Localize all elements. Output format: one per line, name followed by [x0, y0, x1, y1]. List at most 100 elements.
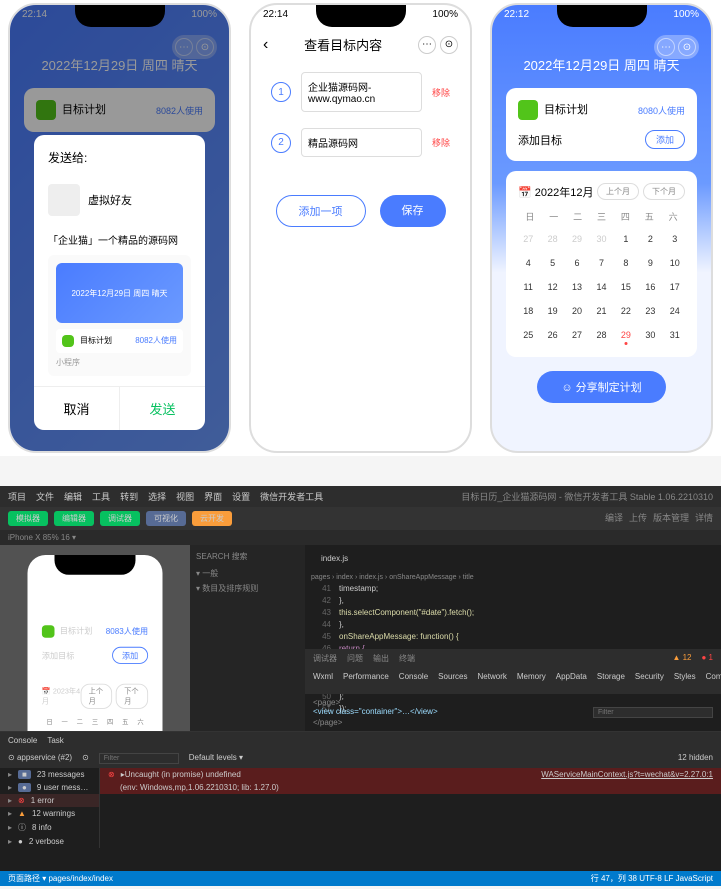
console-filter[interactable] [99, 753, 179, 764]
info-msg[interactable]: 8 info [32, 823, 52, 832]
error-msg[interactable]: 1 error [31, 796, 55, 805]
calendar-day[interactable]: 6 [567, 253, 587, 273]
calendar-day[interactable]: 11 [518, 277, 538, 297]
tab-task[interactable]: Task [47, 736, 63, 745]
add-button[interactable]: 添加 [645, 130, 685, 149]
filter-input[interactable] [593, 707, 713, 718]
compile-label[interactable]: 编译 [605, 511, 623, 526]
more-icon[interactable]: ⋯ [657, 38, 675, 56]
details-button[interactable]: 详情 [695, 511, 713, 526]
save-button[interactable]: 保存 [380, 195, 446, 227]
menu-select[interactable]: 选择 [148, 490, 166, 503]
calendar-day[interactable]: 8 [616, 253, 636, 273]
hidden-count[interactable]: 12 hidden [678, 753, 713, 764]
calendar-day[interactable]: 2 [640, 229, 660, 249]
calendar-day[interactable]: 10 [665, 253, 685, 273]
warn-msg[interactable]: 12 warnings [32, 809, 75, 818]
calendar-day[interactable]: 16 [640, 277, 660, 297]
prev-month-button[interactable]: 上个月 [597, 183, 639, 200]
goal-input-2[interactable]: 精品源码网 [301, 128, 422, 157]
calendar-day[interactable]: 20 [567, 301, 587, 321]
levels-select[interactable]: Default levels ▾ [189, 753, 243, 764]
menu-wxtools[interactable]: 微信开发者工具 [260, 490, 323, 503]
tab-appdata[interactable]: AppData [556, 672, 587, 690]
menu-tool[interactable]: 工具 [92, 490, 110, 503]
calendar-day[interactable]: 4 [518, 253, 538, 273]
calendar-day[interactable]: 17 [665, 277, 685, 297]
tab-styles[interactable]: Styles [674, 672, 696, 690]
page-path[interactable]: 页面路径 ▾ pages/index/index [8, 873, 113, 884]
calendar-day[interactable]: 28 [591, 325, 611, 345]
back-button[interactable]: ‹ [263, 36, 268, 54]
close-icon[interactable]: ⊙ [440, 36, 458, 54]
user-msg-count[interactable]: 9 user mess… [37, 783, 89, 792]
add-item-button[interactable]: 添加一项 [276, 195, 366, 227]
tab-perf[interactable]: Performance [343, 672, 389, 690]
menu-goto[interactable]: 转到 [120, 490, 138, 503]
code-editor[interactable]: index.js pages › index › index.js › onSh… [305, 545, 721, 731]
calendar-day[interactable]: 26 [542, 325, 562, 345]
tab-sources[interactable]: Sources [438, 672, 467, 690]
context-select[interactable]: appservice (#2) [17, 753, 72, 762]
version-button[interactable]: 版本管理 [653, 511, 689, 526]
file-tab[interactable]: index.js [311, 551, 358, 566]
calendar-day[interactable]: 23 [640, 301, 660, 321]
visual-button[interactable]: 可视化 [146, 511, 186, 526]
calendar-day[interactable]: 7 [591, 253, 611, 273]
tab-console[interactable]: Console [8, 736, 37, 745]
goal-input-1[interactable]: 企业猫源码网-www.qymao.cn [301, 72, 422, 112]
error-source[interactable]: WAServiceMainContext.js?t=wechat&v=2.27.… [541, 770, 713, 779]
msg-count[interactable]: 23 messages [37, 770, 85, 779]
calendar-day[interactable]: 25 [518, 325, 538, 345]
calendar-days[interactable]: 2728293012345678910111213141516171819202… [518, 229, 685, 345]
tab-wxml[interactable]: Wxml [313, 672, 333, 690]
verbose-msg[interactable]: 2 verbose [29, 837, 64, 846]
tab-security[interactable]: Security [635, 672, 664, 690]
cancel-button[interactable]: 取消 [34, 387, 120, 430]
menu-settings[interactable]: 设置 [232, 490, 250, 503]
device-bar[interactable]: iPhone X 85% 16 ▾ [0, 530, 721, 545]
calendar-day[interactable]: 27 [567, 325, 587, 345]
calendar-day[interactable]: 12 [542, 277, 562, 297]
send-button[interactable]: 发送 [120, 387, 205, 430]
calendar-day[interactable]: 9 [640, 253, 660, 273]
error-line[interactable]: ▸Uncaught (in promise) undefined [121, 770, 241, 779]
calendar-day[interactable]: 24 [665, 301, 685, 321]
menu-bar[interactable]: 项目文件编辑工具转到选择视图界面设置微信开发者工具 目标日历_企业猫源码网 - … [0, 486, 721, 507]
menu-edit[interactable]: 编辑 [64, 490, 82, 503]
share-button[interactable]: ☺ 分享制定计划 [537, 371, 665, 403]
wxml-line[interactable]: <view class="container">…</view> [313, 707, 593, 718]
tab-storage[interactable]: Storage [597, 672, 625, 690]
menu-file[interactable]: 文件 [36, 490, 54, 503]
warning-count[interactable]: ▲ 12 [672, 653, 691, 664]
capsule-menu[interactable]: ⋯⊙ [654, 35, 699, 59]
debugger-button[interactable]: 调试器 [100, 511, 140, 526]
calendar-day[interactable]: 22 [616, 301, 636, 321]
calendar-day[interactable]: 1 [616, 229, 636, 249]
error-count[interactable]: ● 1 [701, 653, 713, 664]
tab-computed[interactable]: Computed [706, 672, 721, 690]
calendar-day[interactable]: 30 [640, 325, 660, 345]
calendar-day[interactable]: 19 [542, 301, 562, 321]
close-icon[interactable]: ⊙ [678, 38, 696, 56]
calendar-day[interactable]: 14 [591, 277, 611, 297]
calendar-day[interactable]: 15 [616, 277, 636, 297]
menu-project[interactable]: 项目 [8, 490, 26, 503]
tab-memory[interactable]: Memory [517, 672, 546, 690]
calendar-day[interactable]: 18 [518, 301, 538, 321]
calendar-day[interactable]: 5 [542, 253, 562, 273]
next-month-button[interactable]: 下个月 [643, 183, 685, 200]
tab-console[interactable]: Console [399, 672, 428, 690]
cloud-button[interactable]: 云开发 [192, 511, 232, 526]
simulator-button[interactable]: 模拟器 [8, 511, 48, 526]
upload-button[interactable]: 上传 [629, 511, 647, 526]
menu-view[interactable]: 视图 [176, 490, 194, 503]
calendar-day[interactable]: 29 [616, 325, 636, 345]
devtools-tabs[interactable]: 调试器问题输出终端 ▲ 12 ● 1 [305, 649, 721, 668]
calendar-day[interactable]: 3 [665, 229, 685, 249]
calendar-day[interactable]: 13 [567, 277, 587, 297]
calendar-day[interactable]: 21 [591, 301, 611, 321]
more-icon[interactable]: ⋯ [418, 36, 436, 54]
delete-button[interactable]: 移除 [432, 86, 450, 99]
editor-button[interactable]: 编辑器 [54, 511, 94, 526]
